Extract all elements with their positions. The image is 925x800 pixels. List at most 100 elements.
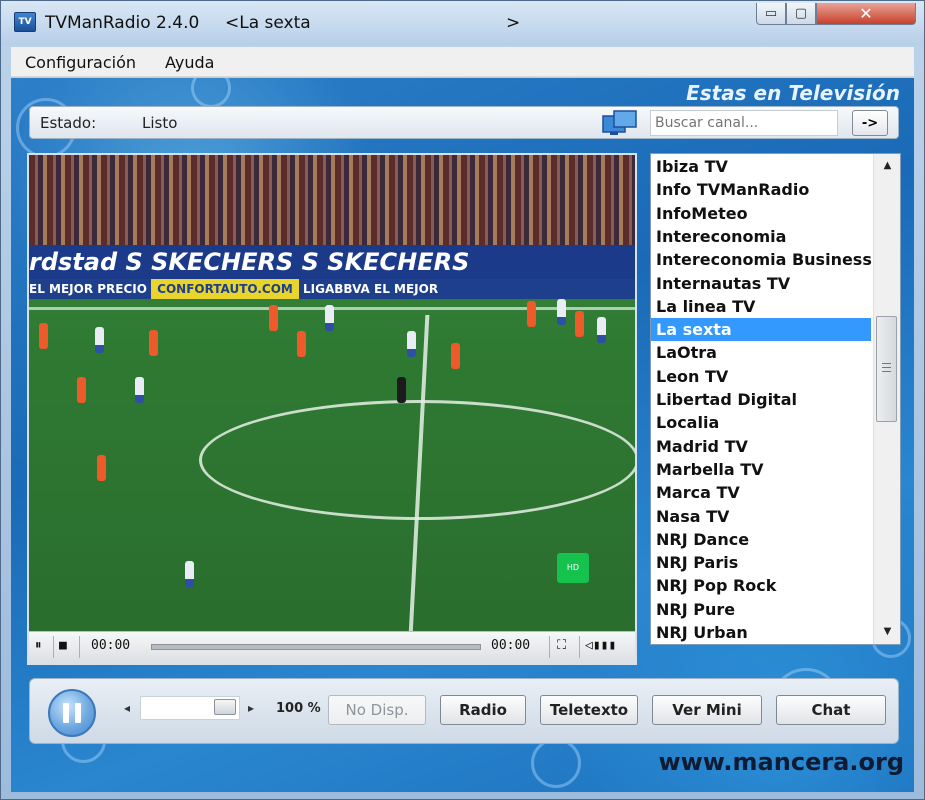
stop-icon[interactable]: ■ — [59, 638, 67, 653]
player — [95, 327, 104, 353]
player — [397, 377, 406, 403]
divider — [549, 636, 550, 658]
chat-button[interactable]: Chat — [776, 695, 886, 725]
volume-down-icon[interactable]: ◂ — [124, 701, 130, 715]
player — [39, 323, 48, 349]
player-controls: ⏸ ■ 00:00 00:00 ⛶ ◁▮▮▮ — [29, 631, 635, 663]
channel-item[interactable]: NRJ Urban — [651, 621, 871, 644]
teletexto-button[interactable]: Teletexto — [540, 695, 638, 725]
radio-button[interactable]: Radio — [440, 695, 526, 725]
app-title: TVManRadio 2.4.0 — [45, 13, 200, 33]
pause-icon — [63, 703, 69, 723]
channel-item[interactable]: LaOtra — [651, 341, 871, 364]
status-value: Listo — [142, 114, 178, 132]
player — [269, 305, 278, 331]
channel-list[interactable]: ▲ ▼ Ibiza TV Info TVManRadio InfoMeteo Inte… — [650, 153, 901, 645]
title-arrow: > — [506, 13, 521, 33]
player — [135, 377, 144, 403]
volume-icon[interactable]: ◁▮▮▮ — [585, 638, 616, 653]
maximize-button[interactable]: ▢ — [786, 3, 816, 25]
close-button[interactable]: ✕ — [816, 3, 916, 25]
divider — [579, 636, 580, 658]
search-go-button[interactable]: -> — [852, 110, 888, 136]
player — [97, 455, 106, 481]
no-disp-button[interactable]: No Disp. — [328, 695, 426, 725]
scroll-down-icon[interactable]: ▼ — [874, 622, 900, 642]
player — [451, 343, 460, 369]
fullscreen-icon[interactable]: ⛶ — [557, 638, 566, 653]
app-window: TV TVManRadio 2.4.0 <La sexta > ▭ ▢ ✕ Co… — [0, 0, 925, 800]
channel-item[interactable]: Marbella TV — [651, 458, 871, 481]
center-circle — [199, 400, 635, 520]
channel-item[interactable]: NRJ Pure — [651, 598, 871, 621]
channel-item[interactable]: La linea TV — [651, 295, 871, 318]
status-label: Estado: — [40, 114, 97, 132]
tv-app-icon: TV — [14, 12, 36, 32]
channel-item[interactable]: Marca TV — [651, 481, 871, 504]
pause-icon[interactable]: ⏸ — [35, 638, 42, 653]
pause-icon — [75, 703, 81, 723]
channel-item[interactable]: Nasa TV — [651, 505, 871, 528]
player — [527, 301, 536, 327]
channel-item[interactable]: Internautas TV — [651, 272, 871, 295]
client-area: Estas en Televisión Estado: Listo -> rds… — [11, 78, 914, 792]
title-channel-name: <La sexta — [225, 13, 311, 33]
channel-item[interactable]: Leon TV — [651, 365, 871, 388]
channel-item[interactable]: Ibiza TV — [651, 155, 871, 178]
ad-text: LIGABBVA EL MEJOR — [303, 282, 439, 296]
pause-button[interactable] — [48, 689, 96, 737]
ad-text: EL MEJOR PRECIO — [29, 282, 147, 296]
player — [557, 299, 566, 325]
player — [149, 330, 158, 356]
screens-icon[interactable] — [602, 109, 638, 137]
channel-item[interactable]: NRJ Dance — [651, 528, 871, 551]
seek-bar[interactable] — [151, 644, 481, 650]
channel-item[interactable]: Madrid TV — [651, 435, 871, 458]
grip-icon — [882, 363, 891, 372]
channel-list-scrollbar[interactable]: ▲ ▼ — [873, 154, 900, 644]
volume-percent: 100 % — [276, 701, 321, 716]
channel-item[interactable]: InfoMeteo — [651, 202, 871, 225]
website-url: www.mancera.org — [658, 748, 904, 776]
menu-configuracion[interactable]: Configuración — [25, 53, 136, 72]
player — [597, 317, 606, 343]
bottom-control-bar: ◂ ▸ 100 % No Disp. Radio Teletexto Ver M… — [29, 678, 899, 744]
menu-ayuda[interactable]: Ayuda — [165, 53, 214, 72]
ad-board: rdstad S SKECHERS S SKECHERS — [29, 245, 635, 279]
volume-slider-thumb[interactable] — [214, 699, 236, 715]
scroll-up-icon[interactable]: ▲ — [874, 156, 900, 176]
player — [185, 561, 194, 587]
scroll-thumb[interactable] — [876, 316, 897, 422]
player — [575, 311, 584, 337]
channel-item[interactable]: NRJ Pop Rock — [651, 574, 871, 597]
channel-item[interactable]: Intereconomia Business — [651, 248, 872, 271]
tagline: Estas en Televisión — [686, 81, 900, 105]
channel-item[interactable]: La sexta — [651, 318, 871, 342]
volume-up-icon[interactable]: ▸ — [248, 701, 254, 715]
decorative-swirl — [191, 78, 231, 108]
channel-item[interactable]: Libertad Digital — [651, 388, 871, 411]
ad-text: CONFORTAUTO.COM — [151, 279, 299, 299]
menu-bar: Configuración Ayuda — [11, 47, 914, 77]
status-bar: Estado: Listo -> — [29, 106, 899, 139]
channel-item[interactable]: Intereconomia — [651, 225, 871, 248]
minimize-button[interactable]: ▭ — [756, 3, 786, 25]
stadium-crowd — [29, 155, 635, 245]
current-time: 00:00 — [91, 638, 131, 653]
video-player[interactable]: rdstad S SKECHERS S SKECHERS EL MEJOR PR… — [27, 153, 637, 665]
player — [77, 377, 86, 403]
title-bar[interactable]: TV TVManRadio 2.4.0 <La sexta > ▭ ▢ ✕ — [1, 1, 924, 45]
ver-mini-button[interactable]: Ver Mini — [652, 695, 762, 725]
ad-board-secondary: EL MEJOR PRECIO CONFORTAUTO.COM LIGABBVA… — [29, 279, 635, 299]
player — [297, 331, 306, 357]
video-frame-football-match: rdstad S SKECHERS S SKECHERS EL MEJOR PR… — [29, 155, 635, 631]
channel-item[interactable]: Info TVManRadio — [651, 178, 871, 201]
search-channel-input[interactable] — [650, 110, 838, 136]
total-time: 00:00 — [491, 638, 531, 653]
channel-item[interactable]: Localia — [651, 411, 871, 434]
channel-item[interactable]: NRJ Paris — [651, 551, 871, 574]
decorative-swirl — [531, 738, 581, 788]
divider — [79, 636, 80, 658]
player — [407, 331, 416, 357]
divider — [53, 636, 54, 658]
